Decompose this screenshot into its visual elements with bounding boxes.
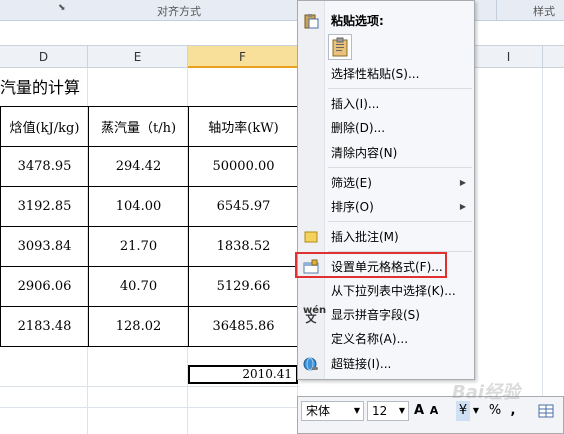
grid-icon <box>538 404 554 418</box>
paste-option-button[interactable] <box>328 34 352 60</box>
currency-format-button[interactable]: ¥ <box>456 401 470 421</box>
submenu-arrow-icon: ▶ <box>459 178 466 187</box>
table-cell[interactable]: 50000.00 <box>188 146 299 187</box>
menu-item-insert-comment[interactable]: 插入批注(M) <box>298 225 474 249</box>
table-cell[interactable]: 40.70 <box>88 266 189 307</box>
selected-cell[interactable]: 2010.41 <box>188 365 298 384</box>
ribbon-group-align: 对齐方式 <box>157 5 201 18</box>
dialog-launcher-icon[interactable]: ⬊ <box>58 3 66 13</box>
chevron-down-icon: ▼ <box>398 406 405 415</box>
font-size-select[interactable]: 12 ▼ <box>367 401 409 421</box>
menu-item-insert[interactable]: 插入(I)... <box>298 92 474 116</box>
table-row: 2183.48 128.02 36485.86 <box>0 306 299 347</box>
ribbon-group-style: 样式 <box>533 5 555 18</box>
formula-bar[interactable] <box>0 21 564 46</box>
table-header-cell[interactable]: 轴功率(kW) <box>188 106 299 147</box>
gridline <box>0 407 300 408</box>
table-cell[interactable]: 2906.06 <box>0 266 89 307</box>
data-table: 焓值(kJ/kg) 蒸汽量（t/h) 轴功率(kW) 3478.95 294.4… <box>0 106 299 347</box>
column-header-f[interactable]: F <box>188 46 298 68</box>
menu-separator <box>328 221 472 222</box>
menu-item-filter[interactable]: 筛选(E) ▶ <box>298 171 474 195</box>
menu-item-hyperlink[interactable]: 超链接(I)... <box>298 352 474 376</box>
highlight-box <box>295 252 447 278</box>
table-cell[interactable]: 1838.52 <box>188 226 299 267</box>
comma-style-button[interactable]: , <box>506 401 520 421</box>
table-cell[interactable]: 294.42 <box>88 146 189 187</box>
context-menu: 粘贴选项: 选择性粘贴(S)... 插入(I)... 删除(D)... 清除内容… <box>297 0 475 380</box>
column-header-i[interactable]: I <box>475 46 543 68</box>
menu-item-pick-list[interactable]: 从下拉列表中选择(K)... <box>298 279 474 303</box>
format-painter-button[interactable] <box>536 401 556 421</box>
menu-separator <box>328 88 472 89</box>
mini-toolbar: 宋体 ▼ 12 ▼ A A ¥ ▼ % , <box>297 396 564 434</box>
menu-item-define-name[interactable]: 定义名称(A)... <box>298 327 474 351</box>
menu-item-phonetic[interactable]: wén 文 显示拼音字段(S) <box>298 303 474 327</box>
hyperlink-icon <box>303 357 318 371</box>
comment-icon <box>304 231 318 243</box>
table-header-cell[interactable]: 蒸汽量（t/h) <box>88 106 189 147</box>
table-row: 3478.95 294.42 50000.00 <box>0 146 299 187</box>
table-row: 2906.06 40.70 5129.66 <box>0 266 299 307</box>
font-name-select[interactable]: 宋体 ▼ <box>301 401 364 421</box>
gridline <box>542 68 543 434</box>
column-header-j[interactable] <box>543 46 564 68</box>
sheet-title: 汽量的计算 <box>0 78 81 97</box>
gridline <box>0 386 300 387</box>
ribbon-divider <box>496 0 497 20</box>
grow-font-button[interactable]: A <box>412 401 426 421</box>
table-cell[interactable]: 6545.97 <box>188 186 299 227</box>
menu-item-clear[interactable]: 清除内容(N) <box>298 141 474 165</box>
menu-item-delete[interactable]: 删除(D)... <box>298 116 474 140</box>
table-cell[interactable]: 3192.85 <box>0 186 89 227</box>
table-cell[interactable]: 21.70 <box>88 226 189 267</box>
table-header-cell[interactable]: 焓值(kJ/kg) <box>0 106 89 147</box>
menu-item-paste-special[interactable]: 选择性粘贴(S)... <box>298 62 474 86</box>
clipboard-icon <box>332 37 348 57</box>
table-cell[interactable]: 36485.86 <box>188 306 299 347</box>
chevron-down-icon: ▼ <box>353 406 360 415</box>
shrink-font-button[interactable]: A <box>428 401 440 421</box>
watermark: Bai经验 <box>452 382 521 403</box>
menu-separator <box>328 167 472 168</box>
percent-button[interactable]: % <box>488 401 502 421</box>
table-cell[interactable]: 3478.95 <box>0 146 89 187</box>
table-cell[interactable]: 2183.48 <box>0 306 89 347</box>
table-cell[interactable]: 128.02 <box>88 306 189 347</box>
table-cell[interactable]: 104.00 <box>88 186 189 227</box>
chevron-down-icon[interactable]: ▼ <box>472 401 480 421</box>
column-header-e[interactable]: E <box>88 46 188 68</box>
paste-options-heading: 粘贴选项: <box>298 9 474 33</box>
submenu-arrow-icon: ▶ <box>459 202 466 211</box>
table-row: 3093.84 21.70 1838.52 <box>0 226 299 267</box>
table-cell[interactable]: 5129.66 <box>188 266 299 307</box>
menu-item-sort[interactable]: 排序(O) ▶ <box>298 195 474 219</box>
ribbon-bar: ⬊ 对齐方式 复制 样式 <box>0 0 564 21</box>
column-header-d[interactable]: D <box>0 46 88 68</box>
table-row: 3192.85 104.00 6545.97 <box>0 186 299 227</box>
table-row: 焓值(kJ/kg) 蒸汽量（t/h) 轴功率(kW) <box>0 106 299 147</box>
phonetic-icon: wén 文 <box>303 305 327 325</box>
table-cell[interactable]: 3093.84 <box>0 226 89 267</box>
paste-icon <box>304 14 319 29</box>
